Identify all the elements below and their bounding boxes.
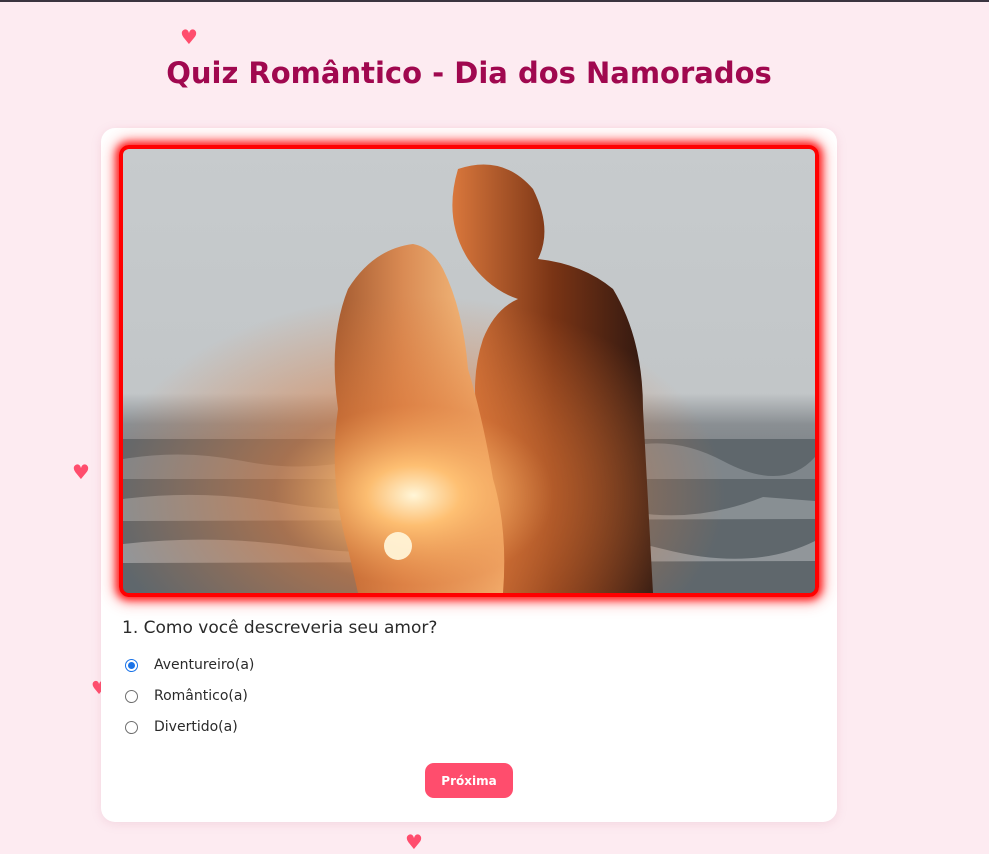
radio-divertido[interactable] [125,720,138,734]
radio-romantico[interactable] [125,689,138,703]
option-label: Romântico(a) [154,688,248,704]
heart-icon: ♥ [180,25,198,49]
page-title: Quiz Romântico - Dia dos Namorados [166,56,772,90]
option-romantico[interactable]: Romântico(a) [125,688,248,704]
couple-photo [119,145,819,597]
top-border [0,0,989,2]
heart-icon: ♥ [405,830,423,854]
option-label: Aventureiro(a) [154,657,255,673]
heart-icon: ♥ [72,460,90,484]
radio-aventureiro[interactable] [125,658,138,672]
option-label: Divertido(a) [154,719,238,735]
next-button[interactable]: Próxima [425,763,513,798]
quiz-card: 1. Como você descreveria seu amor? Avent… [101,128,837,822]
option-divertido[interactable]: Divertido(a) [125,719,238,735]
question-text: 1. Como você descreveria seu amor? [122,618,438,638]
option-aventureiro[interactable]: Aventureiro(a) [125,657,254,673]
